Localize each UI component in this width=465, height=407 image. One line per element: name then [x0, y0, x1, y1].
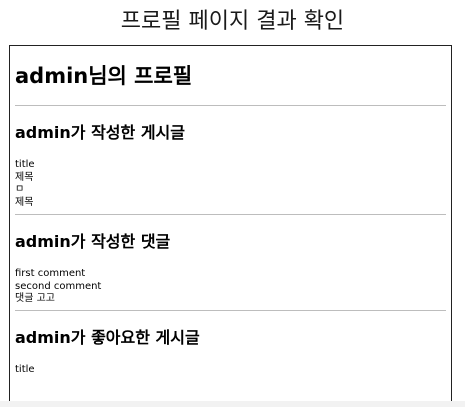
profile-content: admin님의 프로필 admin가 작성한 게시글 title 제목 ㅁ 제목… [10, 61, 451, 376]
liked-posts-list: title [15, 364, 446, 377]
written-comments-section: admin가 작성한 댓글 first comment second comme… [15, 231, 446, 306]
written-comments-list: first comment second comment 댓글 고고 [15, 268, 446, 306]
divider [15, 309, 446, 311]
profile-heading: admin님의 프로필 [15, 64, 193, 88]
comment-item[interactable]: first comment [15, 268, 446, 281]
liked-posts-title: admin가 좋아요한 게시글 [15, 327, 200, 347]
post-item[interactable]: ㅁ [15, 184, 446, 197]
written-comments-title: admin가 작성한 댓글 [15, 232, 171, 251]
bottom-bar [0, 401, 465, 407]
post-item[interactable]: 제목 [15, 172, 446, 185]
written-posts-section: admin가 작성한 게시글 title 제목 ㅁ 제목 [15, 122, 446, 209]
comment-item[interactable]: second comment [15, 281, 446, 294]
written-posts-list: title 제목 ㅁ 제목 [15, 159, 446, 209]
profile-page: admin님의 프로필 admin가 작성한 게시글 title 제목 ㅁ 제목… [9, 45, 452, 407]
comment-item[interactable]: 댓글 고고 [15, 293, 446, 306]
written-posts-title: admin가 작성한 게시글 [15, 123, 185, 142]
screenshot-caption: 프로필 페이지 결과 확인 [120, 9, 345, 34]
divider [15, 105, 446, 106]
post-item[interactable]: 제목 [15, 197, 446, 210]
divider [15, 214, 446, 215]
liked-posts-section: admin가 좋아요한 게시글 title [15, 327, 446, 377]
post-item[interactable]: title [15, 159, 446, 172]
liked-post-item[interactable]: title [15, 364, 446, 377]
